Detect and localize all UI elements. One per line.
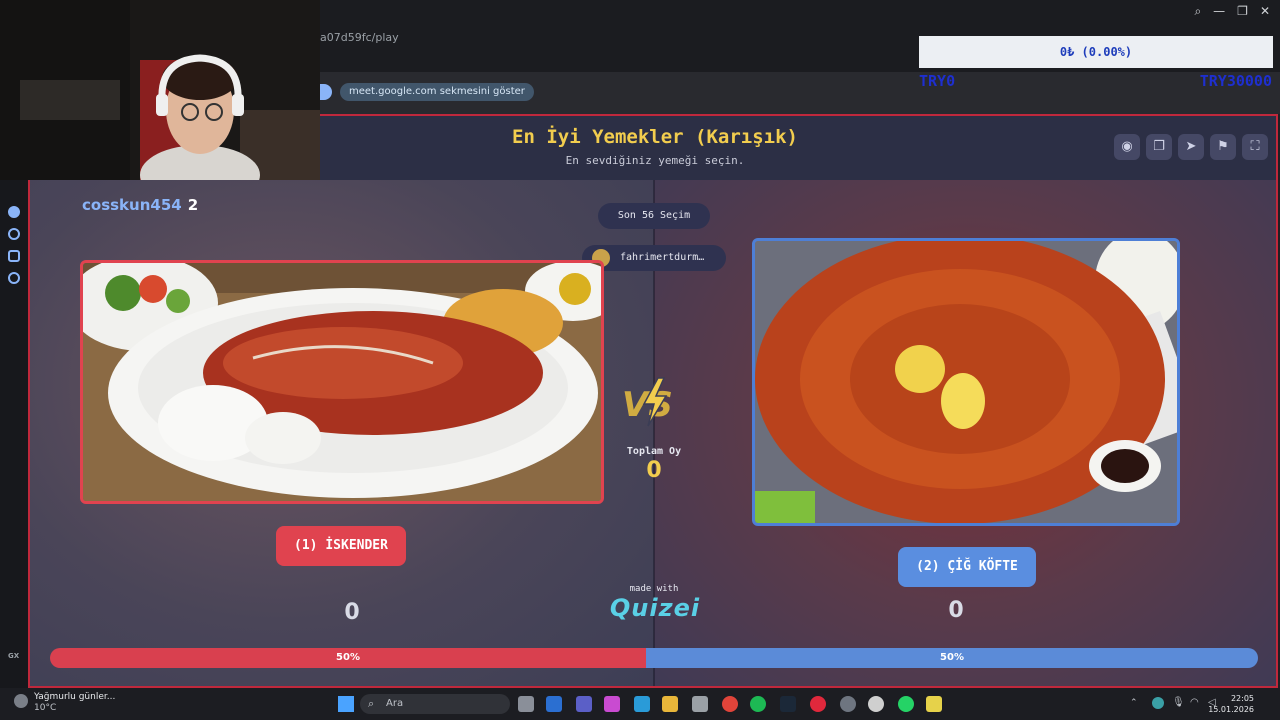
fullscreen-icon[interactable]: ⛶ bbox=[1242, 134, 1268, 160]
restore-icon[interactable]: ❐ bbox=[1237, 4, 1248, 19]
task-view-icon[interactable] bbox=[518, 696, 534, 712]
microphone-icon[interactable]: 🎙 bbox=[1172, 697, 1185, 708]
settings-icon[interactable] bbox=[8, 272, 20, 284]
tray-chevron-icon[interactable]: ⌃ bbox=[1130, 698, 1138, 708]
choice-button-right[interactable]: (2) ÇİĞ KÖFTE bbox=[898, 547, 1036, 587]
player-info: cosskun454 2 bbox=[82, 196, 198, 214]
app-icon[interactable] bbox=[868, 696, 884, 712]
score-right: 0 bbox=[948, 598, 964, 623]
copy-icon[interactable]: ❐ bbox=[1146, 134, 1172, 160]
weather-widget[interactable]: Yağmurlu günler... 10°C bbox=[12, 692, 132, 714]
vote-bar-right: 50% bbox=[646, 648, 1258, 668]
start-icon[interactable] bbox=[338, 696, 354, 712]
whatsapp-icon[interactable] bbox=[898, 696, 914, 712]
notes-icon[interactable] bbox=[926, 696, 942, 712]
weather-icon bbox=[14, 694, 28, 708]
file-explorer-icon[interactable] bbox=[662, 696, 678, 712]
streamer-webcam bbox=[0, 0, 320, 180]
extensions-icon[interactable] bbox=[8, 250, 20, 262]
weather-text: Yağmurlu günler... bbox=[34, 692, 116, 702]
minimize-icon[interactable]: — bbox=[1213, 4, 1225, 19]
share-icon[interactable]: ➤ bbox=[1178, 134, 1204, 160]
quiz-page: En İyi Yemekler (Karışık) En sevdiğiniz … bbox=[28, 114, 1278, 688]
made-with-label: made with bbox=[629, 584, 679, 594]
food-image-right[interactable] bbox=[752, 238, 1180, 526]
score-left: 0 bbox=[344, 600, 360, 625]
store-icon[interactable] bbox=[692, 696, 708, 712]
cig-kofte-image bbox=[755, 241, 1177, 523]
tab-switch-pill[interactable]: meet.google.com sekmesini göster bbox=[340, 83, 534, 101]
taskbar-search[interactable]: Ara bbox=[360, 694, 510, 714]
history-icon[interactable] bbox=[8, 228, 20, 240]
gx-label: GX bbox=[8, 652, 20, 660]
outlook-icon[interactable] bbox=[546, 696, 562, 712]
total-votes-value: 0 bbox=[646, 458, 662, 483]
wifi-icon[interactable]: ◠ bbox=[1190, 697, 1199, 708]
volume-icon[interactable]: ◁ bbox=[1208, 697, 1216, 708]
search-icon: ⌕ bbox=[368, 697, 375, 710]
steam-icon[interactable] bbox=[780, 696, 796, 712]
obs-icon[interactable] bbox=[840, 696, 856, 712]
window-controls: ⌕ — ❐ ✕ bbox=[1194, 4, 1270, 19]
choice-button-left[interactable]: (1) İSKENDER bbox=[276, 526, 406, 566]
tray-app-icon[interactable] bbox=[1152, 697, 1164, 709]
weather-temp: 10°C bbox=[34, 703, 57, 713]
messenger-icon[interactable] bbox=[8, 206, 20, 218]
search-icon[interactable]: ⌕ bbox=[1194, 4, 1201, 19]
spotify-icon[interactable] bbox=[750, 696, 766, 712]
last-choices-pill[interactable]: Son 56 Seçim bbox=[598, 203, 710, 229]
food-image-left[interactable] bbox=[80, 260, 604, 504]
chrome-icon[interactable] bbox=[722, 696, 738, 712]
close-icon[interactable]: ✕ bbox=[1260, 4, 1270, 19]
vs-icon: VS bbox=[622, 377, 673, 427]
webcam-overlay bbox=[0, 0, 320, 180]
address-bar[interactable]: a07d59fc/play bbox=[320, 26, 910, 50]
iskender-image bbox=[83, 263, 601, 501]
donation-goal-min: TRY0 bbox=[919, 72, 956, 90]
player-name: cosskun454 bbox=[82, 196, 182, 214]
edge-icon[interactable] bbox=[634, 696, 650, 712]
donation-goal-max: TRY30000 bbox=[1199, 72, 1272, 90]
vote-bar-left: 50% bbox=[50, 648, 646, 668]
teams-icon[interactable] bbox=[576, 696, 592, 712]
eye-icon[interactable]: ◉ bbox=[1114, 134, 1140, 160]
svg-text:VS: VS bbox=[622, 385, 673, 425]
total-votes-label: Toplam Oy bbox=[626, 446, 682, 457]
copilot-icon[interactable] bbox=[604, 696, 620, 712]
flag-icon[interactable]: ⚑ bbox=[1210, 134, 1236, 160]
browser-sidebar bbox=[0, 180, 28, 688]
player-count: 2 bbox=[187, 196, 199, 214]
donation-progress: 0₺ (0.00%) bbox=[919, 36, 1273, 68]
opera-gx-icon[interactable] bbox=[810, 696, 826, 712]
quizei-logo[interactable]: Quizei bbox=[590, 594, 720, 622]
